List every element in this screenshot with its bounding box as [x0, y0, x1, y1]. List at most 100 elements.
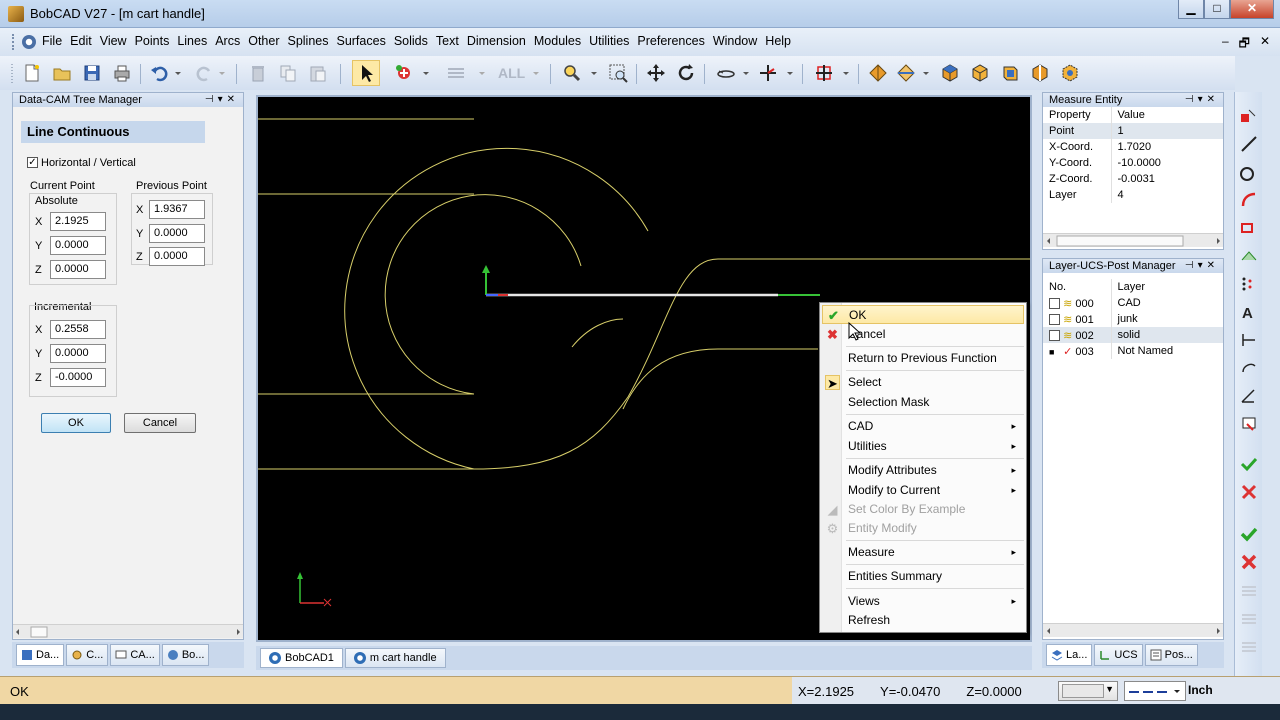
color-picker[interactable]: ▼: [1058, 681, 1118, 701]
horizontal-vertical-checkbox[interactable]: ✓: [27, 157, 38, 168]
delete-tool-icon[interactable]: [1239, 414, 1259, 434]
menu-dimension[interactable]: Dimension: [463, 34, 530, 48]
layer-row[interactable]: ≋ 000 CAD: [1043, 295, 1223, 311]
view-plane-dropdown-icon[interactable]: [740, 63, 752, 83]
context-item-refresh[interactable]: Refresh: [822, 611, 1024, 630]
tab-post[interactable]: Pos...: [1144, 644, 1198, 666]
context-item-modify-to-current[interactable]: Modify to Current ▸: [822, 481, 1024, 500]
redo-dropdown-icon[interactable]: [216, 63, 228, 83]
menu-text[interactable]: Text: [432, 34, 463, 48]
context-item-views[interactable]: Views ▸: [822, 592, 1024, 611]
circle-tool-icon[interactable]: [1239, 162, 1259, 182]
minimize-button[interactable]: ▁: [1178, 0, 1204, 19]
tab-bobcad[interactable]: Bo...: [161, 644, 210, 666]
tab-cam[interactable]: C...: [66, 644, 109, 666]
menu-splines[interactable]: Splines: [283, 34, 332, 48]
panel-close-icon[interactable]: ✕: [227, 94, 239, 105]
panel-close-icon[interactable]: ✕: [1207, 260, 1219, 271]
paste-icon[interactable]: [308, 63, 328, 83]
add-point-icon[interactable]: [394, 63, 414, 83]
layer-row[interactable]: ■ ✓ 003 Not Named: [1043, 343, 1223, 359]
point-tool-icon[interactable]: [1239, 106, 1259, 126]
layer-visible-checkbox[interactable]: [1049, 314, 1060, 326]
incremental-x-input[interactable]: 0.2558: [50, 320, 106, 339]
tab-ucs[interactable]: UCS: [1094, 644, 1143, 666]
document-menu-icon[interactable]: [22, 35, 36, 49]
tree-horizontal-scrollbar[interactable]: [13, 624, 243, 638]
open-folder-icon[interactable]: [52, 63, 72, 83]
close-button[interactable]: ✕: [1230, 0, 1274, 19]
rotate-view-icon[interactable]: [676, 63, 696, 83]
tab-cad[interactable]: CA...: [110, 644, 160, 666]
zoom-dropdown-icon[interactable]: [588, 63, 600, 83]
mdi-close-button[interactable]: ✕: [1260, 34, 1270, 55]
ucs-icon[interactable]: [758, 63, 778, 83]
shaded-view-icon[interactable]: [868, 63, 888, 83]
absolute-z-input[interactable]: 0.0000: [50, 260, 106, 279]
layer-horizontal-scrollbar[interactable]: [1043, 623, 1223, 637]
menu-arcs[interactable]: Arcs: [211, 34, 244, 48]
sectioned-view-icon[interactable]: [1030, 63, 1050, 83]
tab-layers[interactable]: La...: [1046, 644, 1093, 666]
select-pointer-icon[interactable]: [352, 60, 380, 86]
ucs-dropdown-icon[interactable]: [784, 63, 796, 83]
layer-dropdown-icon[interactable]: [476, 63, 488, 83]
hidden-line-icon[interactable]: [1000, 63, 1020, 83]
surface-tool-icon[interactable]: [1239, 246, 1259, 266]
table-row[interactable]: Y-Coord. -10.0000: [1043, 155, 1223, 171]
bobcad-app-icon[interactable]: [8, 6, 24, 22]
mdi-restore-button[interactable]: 🗗: [1239, 34, 1250, 55]
panel-dropdown-icon[interactable]: ▾: [1198, 94, 1207, 105]
absolute-y-input[interactable]: 0.0000: [50, 236, 106, 255]
zoom-window-icon[interactable]: [608, 63, 628, 83]
context-item-modify-attributes[interactable]: Modify Attributes ▸: [822, 461, 1024, 480]
menubar-grip[interactable]: [12, 34, 15, 50]
menu-preferences[interactable]: Preferences: [633, 34, 708, 48]
previous-x-input[interactable]: 1.9367: [149, 200, 205, 219]
tab-data-cam[interactable]: Da...: [16, 644, 65, 666]
cancel-x-icon[interactable]: [1239, 552, 1259, 572]
exploded-view-icon[interactable]: [1060, 63, 1080, 83]
zoom-icon[interactable]: [562, 63, 582, 83]
context-item-select[interactable]: ➤ Select: [822, 373, 1024, 392]
tab-bobcad1[interactable]: BobCAD1: [260, 648, 343, 668]
dots-tool-icon[interactable]: [1239, 274, 1259, 294]
table-row[interactable]: Layer 4: [1043, 187, 1223, 203]
select-all-button[interactable]: ALL: [498, 63, 528, 83]
pan-icon[interactable]: [646, 63, 666, 83]
maximize-button[interactable]: □: [1204, 0, 1230, 19]
reject-x-icon[interactable]: [1239, 482, 1259, 502]
copy-icon[interactable]: [278, 63, 298, 83]
confirm-check-icon[interactable]: [1239, 524, 1259, 544]
delete-icon[interactable]: [248, 63, 268, 83]
menu-file[interactable]: File: [38, 34, 66, 48]
context-item-cad[interactable]: CAD ▸: [822, 417, 1024, 436]
layer-visible-checkbox[interactable]: [1049, 298, 1060, 310]
panel-close-icon[interactable]: ✕: [1207, 94, 1219, 105]
menu-utilities[interactable]: Utilities: [585, 34, 633, 48]
menu-edit[interactable]: Edit: [66, 34, 96, 48]
undo-dropdown-icon[interactable]: [172, 63, 184, 83]
layer-visible-checkbox[interactable]: [1049, 330, 1060, 342]
accept-check-icon[interactable]: [1239, 454, 1259, 474]
context-item-measure[interactable]: Measure ▸: [822, 543, 1024, 562]
previous-z-input[interactable]: 0.0000: [149, 247, 205, 266]
menu-window[interactable]: Window: [709, 34, 761, 48]
absolute-x-input[interactable]: 2.1925: [50, 212, 106, 231]
render-dropdown-icon[interactable]: [920, 63, 932, 83]
ok-button[interactable]: OK: [41, 413, 111, 433]
context-item-utilities[interactable]: Utilities ▸: [822, 437, 1024, 456]
wireframe-view-icon[interactable]: [896, 63, 916, 83]
previous-y-input[interactable]: 0.0000: [149, 224, 205, 243]
menu-lines[interactable]: Lines: [173, 34, 211, 48]
select-all-dropdown-icon[interactable]: [530, 63, 542, 83]
snap-grid-icon[interactable]: [814, 63, 834, 83]
table-row[interactable]: Point 1: [1043, 123, 1223, 139]
point-dropdown-icon[interactable]: [420, 63, 432, 83]
arc-tool-icon[interactable]: [1239, 190, 1259, 210]
transform-tool-icon[interactable]: [1239, 358, 1259, 378]
layer-row[interactable]: ≋ 002 solid: [1043, 327, 1223, 343]
pin-icon[interactable]: ⊣: [1185, 94, 1198, 105]
save-icon[interactable]: [82, 63, 102, 83]
menu-modules[interactable]: Modules: [530, 34, 585, 48]
